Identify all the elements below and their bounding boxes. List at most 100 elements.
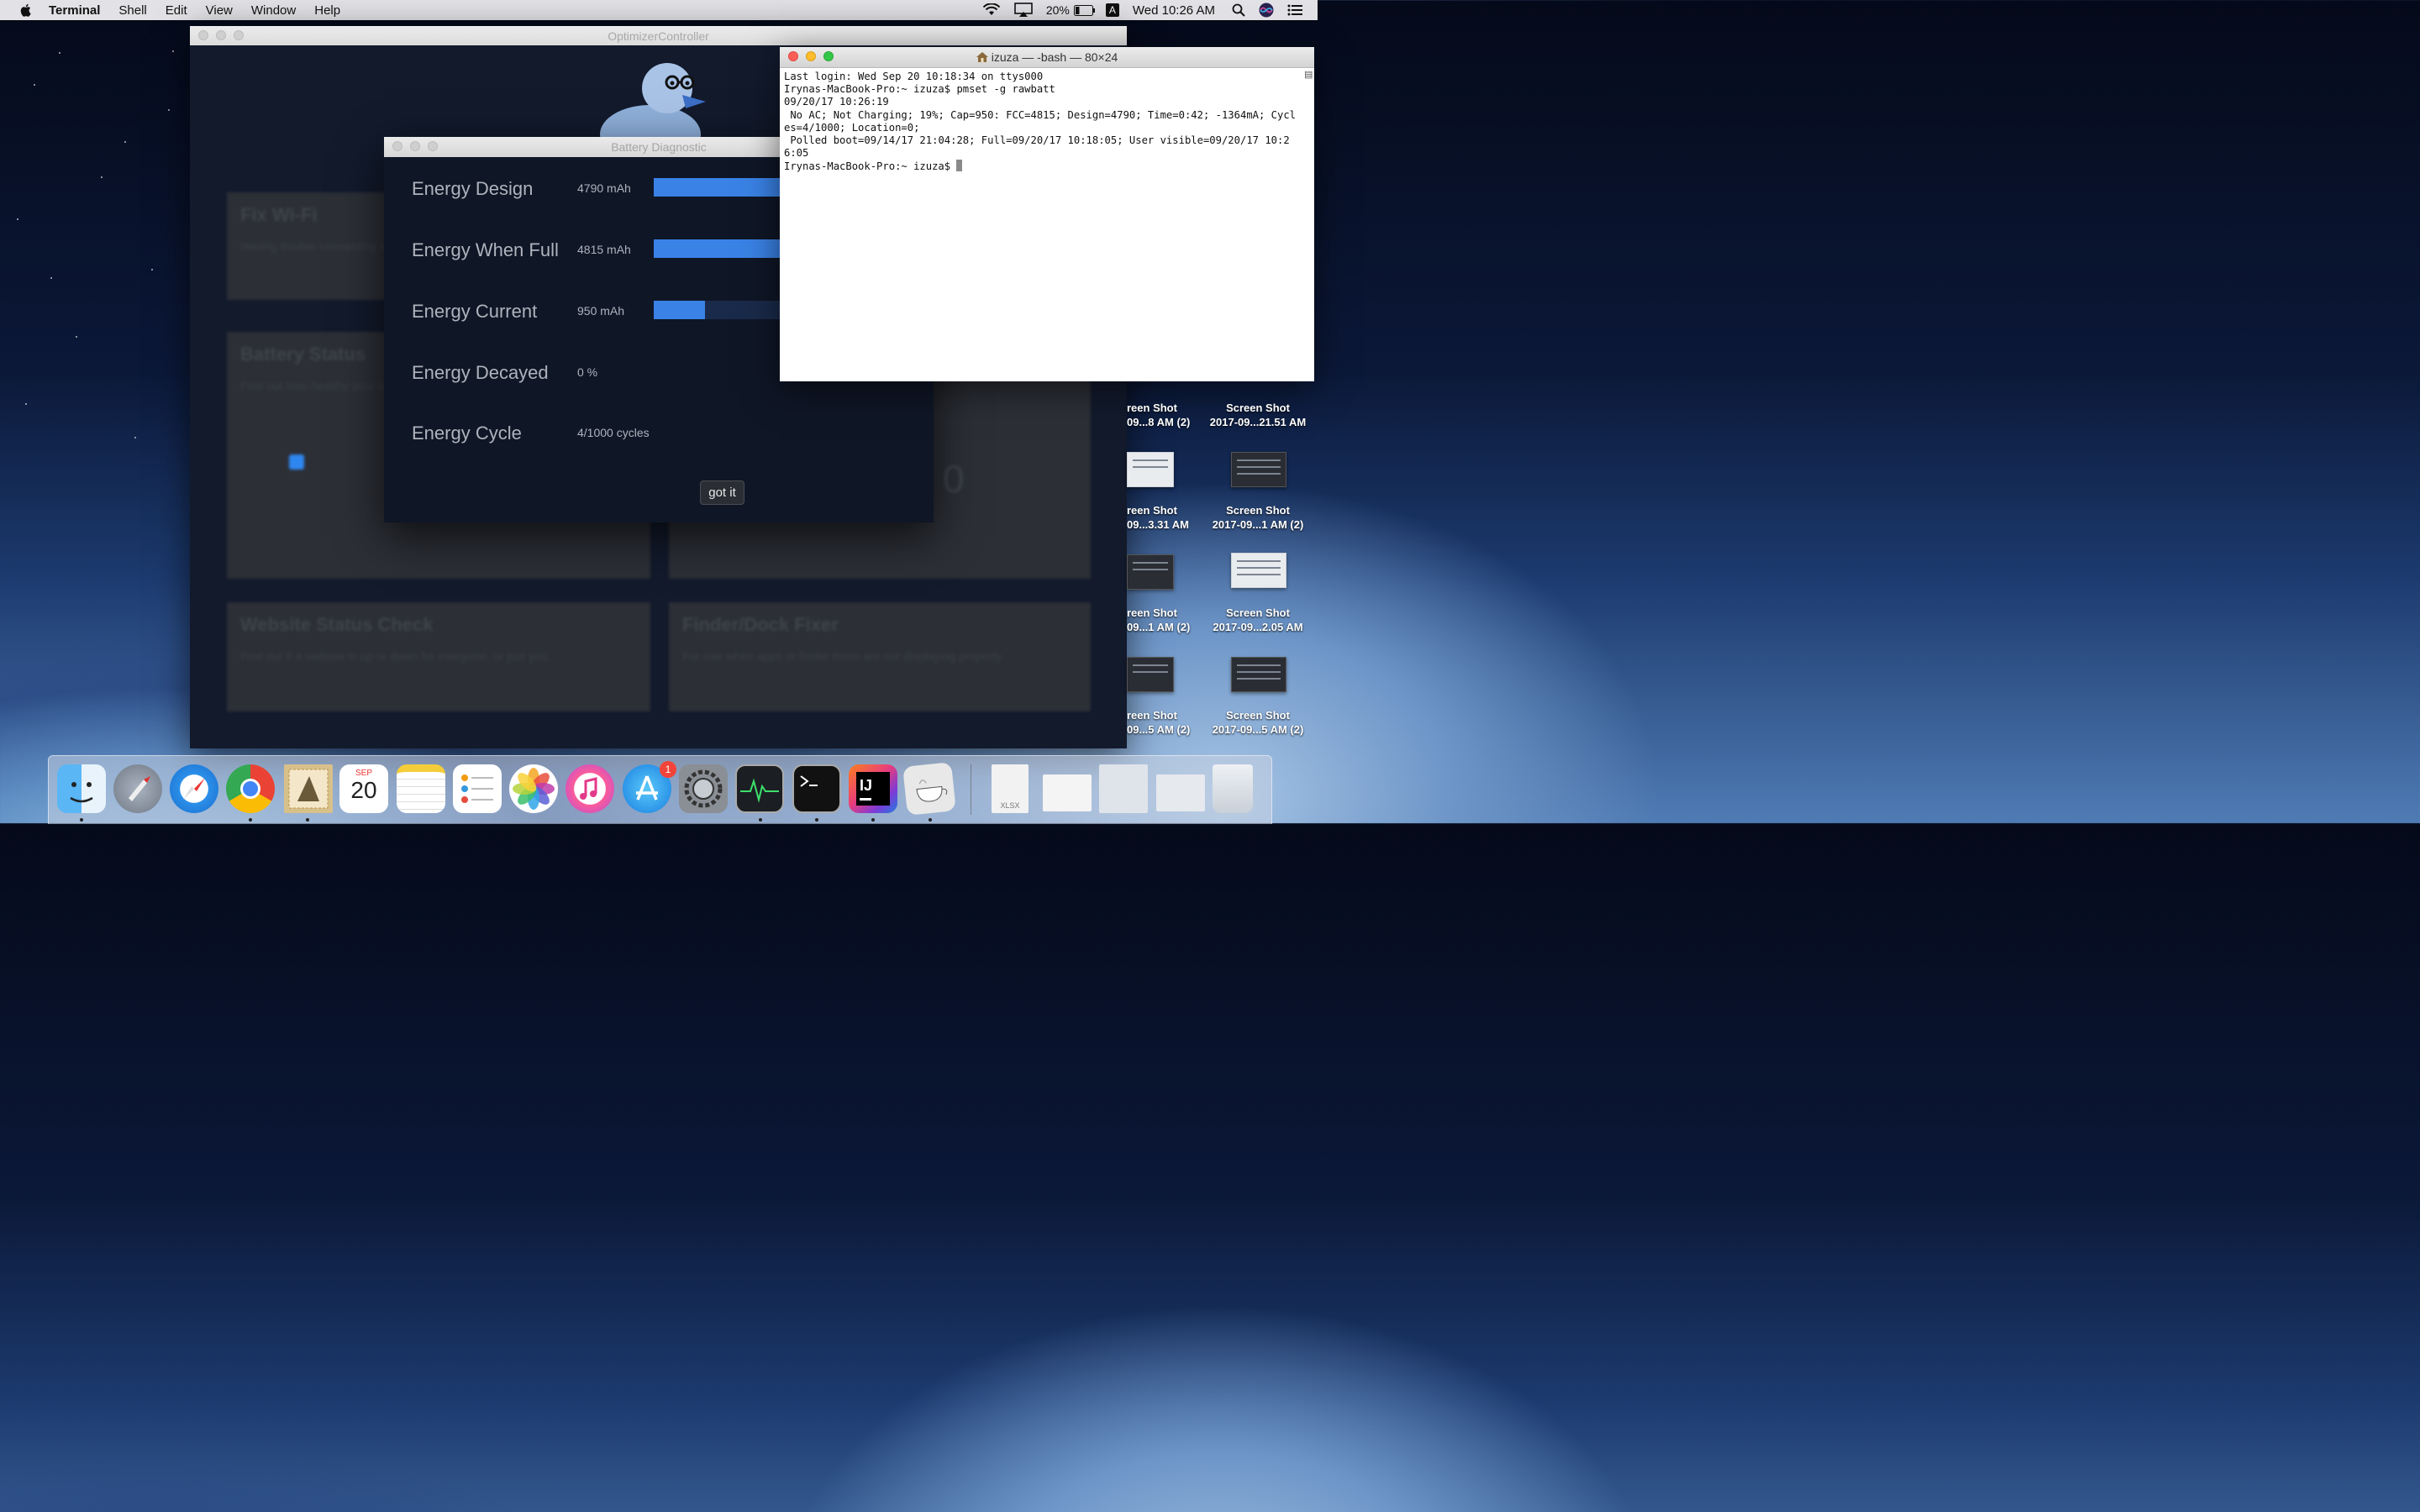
dock: SEP 20 1 IJ XLSX — [48, 755, 1272, 824]
optimizer-titlebar[interactable]: OptimizerController — [190, 26, 1127, 45]
terminal-titlebar[interactable]: izuza — -bash — 80×24 — [780, 47, 1314, 68]
file-name-line1: Screen Shot — [1226, 504, 1290, 517]
home-folder-icon — [976, 52, 988, 62]
downloads-stack-icon[interactable] — [1043, 774, 1092, 811]
mail-icon[interactable] — [284, 764, 333, 813]
desktop-file[interactable]: reen Shot 09...5 AM (2) — [1127, 708, 1202, 737]
activity-monitor-icon[interactable] — [735, 764, 784, 813]
card-title: Website Status Check — [240, 614, 434, 635]
desktop-file[interactable]: Screen Shot 2017-09...5 AM (2) — [1199, 708, 1317, 737]
terminal-text: Last login: Wed Sep 20 10:18:34 on ttys0… — [784, 71, 1297, 173]
calendar-icon[interactable]: SEP 20 — [339, 764, 388, 813]
trash-icon[interactable] — [1213, 764, 1253, 813]
system-preferences-icon[interactable] — [679, 764, 728, 813]
terminal-output[interactable]: Last login: Wed Sep 20 10:18:34 on ttys0… — [780, 68, 1301, 176]
menu-app-name[interactable]: Terminal — [49, 3, 100, 18]
file-name-line2: 09...3.31 AM — [1127, 518, 1189, 531]
input-source-icon[interactable]: A — [1105, 3, 1119, 17]
file-name-line2: 2017-09...21.51 AM — [1209, 416, 1307, 428]
running-indicator — [871, 818, 875, 822]
desktop-file[interactable]: reen Shot 09...1 AM (2) — [1127, 606, 1202, 634]
running-indicator — [249, 818, 252, 822]
desktop-file[interactable]: Screen Shot 2017-09...21.51 AM — [1199, 401, 1317, 429]
row-label: Energy Decayed — [412, 362, 549, 383]
calendar-day: 20 — [350, 777, 377, 803]
intellij-idea-icon[interactable]: IJ — [849, 764, 897, 813]
screenshot-thumbnail[interactable] — [1231, 553, 1286, 588]
menu-view[interactable]: View — [206, 3, 233, 18]
scroll-indicator-icon[interactable]: ▤ — [1304, 69, 1313, 81]
file-name-line2: 2017-09...1 AM (2) — [1212, 518, 1304, 531]
file-name-line1: reen Shot — [1127, 709, 1177, 722]
file-name-line2: 09...1 AM (2) — [1127, 621, 1191, 633]
desktop-file[interactable]: Screen Shot 2017-09...2.05 AM — [1199, 606, 1317, 634]
battery-icon — [1073, 4, 1095, 16]
duck-mascot-icon — [600, 63, 706, 147]
launchpad-icon[interactable] — [113, 764, 162, 813]
screenshot-thumbnail[interactable] — [1127, 554, 1174, 590]
desktop-file[interactable]: reen Shot 09...3.31 AM — [1127, 503, 1202, 532]
notification-center-icon[interactable] — [1287, 4, 1302, 16]
airplay-icon[interactable] — [1014, 3, 1033, 18]
documents-stack-icon[interactable] — [1156, 774, 1205, 811]
file-name-line1: reen Shot — [1127, 606, 1177, 619]
running-indicator — [80, 818, 83, 822]
photos-icon[interactable] — [509, 764, 558, 813]
screenshot-thumbnail[interactable] — [1127, 657, 1174, 692]
itunes-icon[interactable] — [566, 764, 614, 813]
menu-help[interactable]: Help — [314, 3, 340, 18]
progress-fill — [654, 301, 705, 319]
desktop-file[interactable]: reen Shot 09...8 AM (2) — [1127, 401, 1202, 429]
running-indicator — [759, 818, 762, 822]
menu-shell[interactable]: Shell — [118, 3, 146, 18]
finder-icon[interactable] — [57, 764, 106, 813]
row-label: Energy Design — [412, 178, 534, 199]
row-value: 4790 mAh — [577, 181, 631, 195]
intellij-label: IJ — [860, 777, 873, 794]
terminal-icon[interactable] — [792, 764, 841, 813]
checkbox-icon[interactable] — [289, 454, 304, 470]
menu-edit[interactable]: Edit — [166, 3, 187, 18]
desktop-file[interactable]: Screen Shot 2017-09...1 AM (2) — [1199, 503, 1317, 532]
apple-icon[interactable] — [18, 3, 34, 18]
notes-icon[interactable] — [397, 764, 445, 813]
screenshot-thumbnail[interactable] — [1231, 452, 1286, 487]
row-value: 4815 mAh — [577, 243, 631, 256]
script-editor-icon[interactable] — [902, 762, 956, 816]
screenshot-thumbnail[interactable] — [1231, 657, 1286, 692]
safari-icon[interactable] — [170, 764, 218, 813]
energy-cycle-row: Energy Cycle 4/1000 cycles — [412, 423, 933, 448]
row-label: Energy Current — [412, 301, 538, 322]
terminal-title: izuza — -bash — 80×24 — [991, 50, 1118, 64]
running-indicator — [929, 818, 932, 822]
text-cursor — [956, 160, 963, 172]
file-name-line1: Screen Shot — [1226, 709, 1290, 722]
reminders-icon[interactable] — [453, 764, 502, 813]
row-value: 950 mAh — [577, 304, 625, 318]
wifi-icon[interactable] — [982, 3, 1001, 17]
running-indicator — [815, 818, 818, 822]
screenshot-stack-icon[interactable] — [1099, 764, 1148, 813]
card-title: Finder/Dock Fixer — [682, 614, 839, 635]
app-store-icon[interactable]: 1 — [623, 761, 676, 813]
menu-window[interactable]: Window — [251, 3, 296, 18]
row-value: 0 % — [577, 365, 598, 379]
got-it-button[interactable]: got it — [700, 480, 744, 505]
card-description: For use when apps or finder items are no… — [682, 649, 1004, 663]
screenshot-thumbnail[interactable] — [1127, 452, 1174, 487]
menu-bar: Terminal Shell Edit View Window Help 20%… — [0, 0, 1318, 20]
siri-icon[interactable] — [1259, 3, 1274, 18]
card-finder-dock-fixer[interactable]: Finder/Dock Fixer For use when apps or f… — [669, 602, 1091, 711]
file-name-line2: 2017-09...5 AM (2) — [1212, 723, 1304, 736]
battery-status[interactable]: 20% — [1046, 3, 1096, 17]
running-indicator — [306, 818, 309, 822]
document-icon[interactable]: XLSX — [992, 764, 1028, 813]
spotlight-search-icon[interactable] — [1232, 3, 1245, 17]
row-label: Energy Cycle — [412, 423, 522, 444]
terminal-window: izuza — -bash — 80×24 Last login: Wed Se… — [780, 47, 1314, 381]
gauge-value: 0 — [943, 457, 965, 501]
menu-clock[interactable]: Wed 10:26 AM — [1133, 3, 1215, 18]
chrome-icon[interactable] — [226, 764, 275, 813]
row-label: Energy When Full — [412, 239, 559, 260]
card-website-status[interactable]: Website Status Check Find out if a websi… — [227, 602, 650, 711]
